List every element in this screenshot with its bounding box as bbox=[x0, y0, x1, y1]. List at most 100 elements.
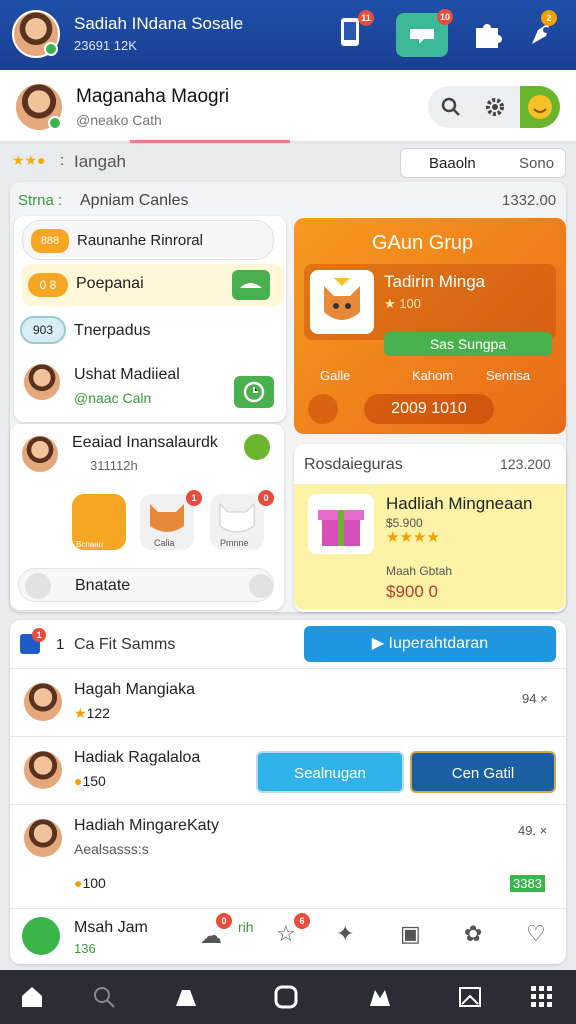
reward-name: Hadliah Mingneaan bbox=[386, 494, 533, 513]
badge-outline-icon[interactable]: ✿ bbox=[464, 921, 482, 947]
promo-tag[interactable]: Galle bbox=[320, 368, 350, 383]
row-score-value: 122 bbox=[86, 705, 110, 721]
list-item[interactable]: 888 Raunanhe Rinroral bbox=[22, 220, 274, 260]
reward-body[interactable]: Hadliah Mingneaan $5.900 ★★★★ Maah Gbtah… bbox=[294, 484, 566, 610]
row-score: ★122 bbox=[74, 705, 110, 721]
gear-icon[interactable] bbox=[484, 96, 506, 118]
home-icon[interactable] bbox=[14, 979, 50, 1015]
cat-icon bbox=[219, 502, 255, 533]
user-sub: 23691 12K bbox=[74, 38, 137, 53]
strip-link[interactable]: rih bbox=[238, 919, 254, 935]
row-score: ●100 bbox=[74, 875, 106, 891]
item-avatar[interactable] bbox=[22, 362, 62, 402]
online-badge-icon bbox=[44, 42, 58, 56]
search-icon[interactable] bbox=[86, 979, 122, 1015]
row-avatar bbox=[22, 749, 64, 791]
reward-title: Rosdaieguras bbox=[304, 456, 403, 473]
list-head-label: Ca Fit Samms bbox=[74, 636, 176, 653]
whale-button[interactable] bbox=[232, 270, 270, 300]
grid-icon[interactable] bbox=[524, 979, 560, 1015]
shop-icon[interactable] bbox=[168, 979, 204, 1015]
clock-button[interactable] bbox=[234, 376, 274, 408]
row-button-1[interactable]: Sealnugan bbox=[256, 751, 404, 793]
promo-amount: 2009 1010 bbox=[364, 394, 494, 424]
emoji-button[interactable] bbox=[520, 86, 560, 128]
top-bar: Sadiah INdana Sosale 23691 12K 11 10 2 bbox=[0, 0, 576, 70]
reward-sub: Maah Gbtah bbox=[386, 564, 453, 578]
people-avatar[interactable] bbox=[20, 434, 60, 474]
table-row[interactable]: Hadiak Ragalaloa ●150 Sealnugan Cen Gati… bbox=[10, 736, 566, 804]
pet-label: Calia bbox=[154, 538, 175, 548]
strip-name: Msah Jam bbox=[74, 919, 148, 936]
pet-badge: 1 bbox=[186, 490, 202, 506]
bottom-strip: Msah Jam 136 rih 0 6 ☁ ☆ ✦ ▣ ✿ ♡ bbox=[10, 908, 566, 964]
star-icon[interactable]: ☆ bbox=[276, 921, 296, 947]
item-chip: 903 bbox=[20, 316, 66, 344]
tab-right[interactable]: Sono bbox=[519, 155, 554, 172]
row-name: Hadiak Ragalaloa bbox=[74, 749, 201, 766]
people-footer[interactable]: Bnatate bbox=[18, 568, 274, 602]
row-name: Hagah Mangiaka bbox=[74, 681, 195, 698]
promo-title: GAun Grup bbox=[372, 232, 474, 254]
list-head-button[interactable]: ▶ Iuperahtdaran bbox=[304, 626, 556, 662]
reward-stars-icon: ★★★★ bbox=[386, 529, 440, 546]
promo-tag[interactable]: Senrisa bbox=[486, 368, 530, 383]
play-icon[interactable] bbox=[249, 574, 273, 598]
list-head-button-label: Iuperahtdaran bbox=[388, 635, 489, 652]
item-sub: @naac Caln bbox=[74, 390, 152, 406]
row-score-value: 150 bbox=[82, 773, 106, 789]
row-name: Hadiah MingareKaty bbox=[74, 817, 219, 834]
promo-button[interactable]: Sas Sungpa bbox=[384, 332, 552, 356]
pet-badge: 0 bbox=[258, 490, 274, 506]
item-chip: 0 8 bbox=[28, 273, 68, 297]
camera-icon[interactable] bbox=[268, 979, 304, 1015]
panel-title: Apniam Canles bbox=[80, 192, 189, 209]
item-chip: 888 bbox=[31, 229, 69, 253]
list-item[interactable]: 0 8 Poepanai bbox=[22, 264, 284, 306]
row-right[interactable]: 49. × bbox=[518, 823, 547, 838]
gift-icon bbox=[318, 510, 364, 546]
puzzle-icon[interactable] bbox=[470, 16, 504, 50]
heart-icon[interactable]: ♡ bbox=[526, 921, 546, 947]
row-right[interactable]: 94 × bbox=[522, 691, 548, 706]
people-sub: 311112h bbox=[90, 458, 138, 473]
bottom-nav bbox=[0, 970, 576, 1024]
fox-image bbox=[310, 270, 374, 334]
pet-card[interactable]: Pmnne bbox=[210, 494, 264, 550]
item-label: Raunanhe Rinroral bbox=[77, 232, 203, 249]
item-label[interactable]: Tnerpadus bbox=[74, 322, 151, 340]
map-pin-icon[interactable] bbox=[22, 917, 60, 955]
chat-badge: 10 bbox=[437, 9, 453, 25]
reward-price: $900 0 bbox=[386, 582, 438, 601]
search-icon[interactable] bbox=[440, 96, 462, 118]
promo-item-title: Tadirin Minga bbox=[384, 272, 486, 291]
row-sub: Aealsasss:s bbox=[74, 841, 149, 857]
box-icon[interactable]: ▣ bbox=[400, 921, 421, 947]
cloud-icon[interactable]: ☁ bbox=[200, 923, 222, 949]
table-row[interactable]: Hadiah MingareKaty Aealsasss:s ●100 49. … bbox=[10, 804, 566, 908]
smile-icon bbox=[528, 95, 552, 119]
tab-left[interactable]: Baaoln bbox=[429, 155, 476, 172]
puzzle-outline-icon[interactable]: ✦ bbox=[336, 921, 354, 947]
pet-card[interactable]: Bcnaau bbox=[72, 494, 126, 550]
clock-icon bbox=[243, 381, 265, 403]
table-row[interactable]: Hagah Mangiaka ★122 94 × bbox=[10, 668, 566, 736]
image-icon[interactable] bbox=[452, 979, 488, 1015]
row-button-2[interactable]: Cen Gatil bbox=[410, 751, 556, 793]
promo-tag[interactable]: Kahom bbox=[412, 368, 453, 383]
flag-badge: 1 bbox=[32, 628, 46, 642]
gift-image bbox=[308, 494, 374, 554]
verified-icon bbox=[48, 116, 62, 130]
strip-badge: 6 bbox=[294, 913, 310, 929]
list-head-num: 1 bbox=[56, 636, 65, 653]
pet-card[interactable]: Calia bbox=[140, 494, 194, 550]
filter-sep: : bbox=[60, 152, 65, 169]
user-name: Sadiah INdana Sosale bbox=[74, 14, 244, 33]
stars-icon: ★★● bbox=[12, 152, 46, 168]
pet-label: Bcnaau bbox=[76, 540, 104, 549]
reward-count: 123.200 bbox=[500, 456, 551, 472]
promo-item[interactable]: Tadirin Minga ★ 100 bbox=[304, 264, 556, 340]
row-score: ●150 bbox=[74, 773, 106, 789]
list-card: 1 1 Ca Fit Samms ▶ Iuperahtdaran Hagah M… bbox=[10, 620, 566, 964]
store-icon[interactable] bbox=[362, 979, 398, 1015]
